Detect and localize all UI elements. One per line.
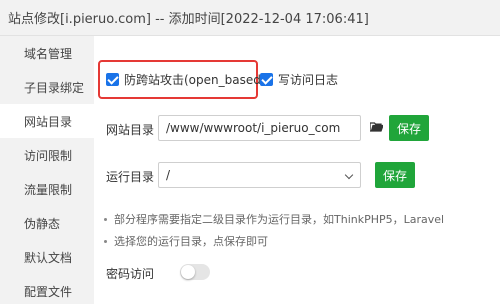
- run-dir-value: /: [166, 168, 171, 182]
- window-title: 站点修改[i.pieruo.com] -- 添加时间[2022-12-04 17…: [8, 12, 369, 27]
- open-basedir-label: 防跨站攻击(open_basedir): [124, 73, 274, 87]
- window-titlebar: 站点修改[i.pieruo.com] -- 添加时间[2022-12-04 17…: [0, 0, 500, 36]
- folder-icon[interactable]: [370, 122, 383, 132]
- access-log-checkbox[interactable]: [260, 73, 273, 86]
- open-basedir-checkbox[interactable]: [106, 73, 119, 86]
- bullet-icon: [104, 217, 107, 221]
- chevron-down-icon: [344, 170, 354, 180]
- sidebar-item-domain[interactable]: 域名管理: [0, 36, 94, 70]
- main-panel: 防跨站攻击(open_basedir) 写访问日志 网站目录 /www/wwwr…: [94, 36, 500, 304]
- run-dir-label: 运行目录: [106, 170, 155, 184]
- sidebar-item-access-limit[interactable]: 访问限制: [0, 138, 94, 172]
- password-access-label: 密码访问: [106, 267, 155, 281]
- site-dir-input[interactable]: /www/wwwroot/i_pieruo_com: [158, 115, 361, 141]
- site-dir-label: 网站目录: [106, 123, 155, 137]
- access-log-option[interactable]: 写访问日志: [260, 71, 338, 88]
- toggle-knob: [181, 265, 195, 279]
- hint-item: 部分程序需要指定二级目录作为运行目录，如ThinkPHP5，Laravel: [104, 211, 444, 227]
- hint-text: 部分程序需要指定二级目录作为运行目录，如ThinkPHP5，Laravel: [114, 213, 445, 226]
- hint-text: 选择您的运行目录，点保存即可: [114, 235, 268, 248]
- bullet-icon: [104, 239, 107, 243]
- open-basedir-option[interactable]: 防跨站攻击(open_basedir): [106, 71, 274, 88]
- save-run-dir-button[interactable]: 保存: [375, 162, 415, 188]
- run-dir-select[interactable]: /: [158, 162, 361, 188]
- sidebar-item-traffic-limit[interactable]: 流量限制: [0, 172, 94, 206]
- sidebar-item-subdir-binding[interactable]: 子目录绑定: [0, 70, 94, 104]
- sidebar-item-rewrite[interactable]: 伪静态: [0, 206, 94, 240]
- sidebar: 域名管理 子目录绑定 网站目录 访问限制 流量限制 伪静态 默认文档 配置文件: [0, 36, 94, 304]
- access-log-label: 写访问日志: [278, 73, 339, 87]
- sidebar-item-default-doc[interactable]: 默认文档: [0, 240, 94, 274]
- sidebar-item-config-file[interactable]: 配置文件: [0, 274, 94, 308]
- hint-item: 选择您的运行目录，点保存即可: [104, 233, 268, 249]
- sidebar-item-site-directory[interactable]: 网站目录: [0, 104, 94, 138]
- password-access-toggle[interactable]: [180, 264, 210, 280]
- save-site-dir-button[interactable]: 保存: [389, 115, 429, 141]
